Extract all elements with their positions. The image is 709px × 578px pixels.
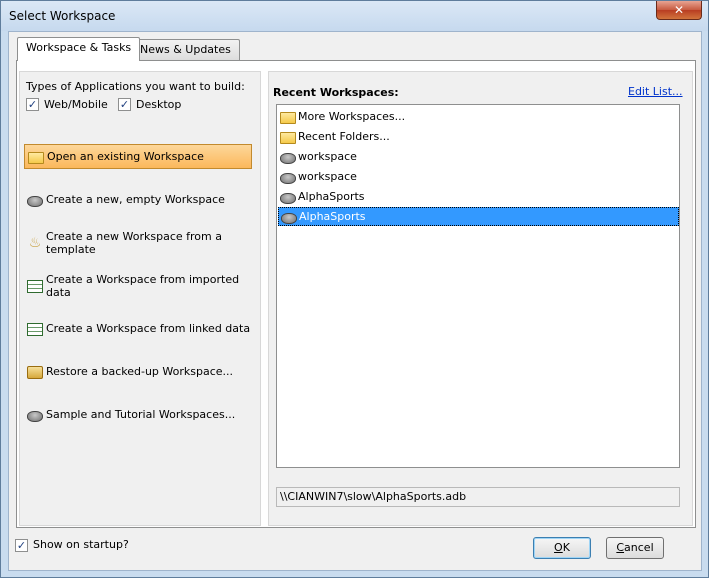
create-from-imported-action[interactable]: Create a Workspace from imported data	[24, 272, 252, 299]
list-item[interactable]: workspace	[278, 147, 679, 166]
list-item-label: workspace	[298, 170, 357, 183]
list-item-selected[interactable]: AlphaSports	[278, 207, 679, 226]
database-icon	[281, 212, 297, 224]
close-button[interactable]: ✕	[656, 1, 702, 20]
linked-table-icon	[27, 323, 43, 336]
web-mobile-label: Web/Mobile	[44, 98, 108, 111]
ok-button[interactable]: OK	[533, 537, 591, 559]
action-label: Restore a backed-up Workspace...	[46, 365, 234, 378]
action-label: Create a Workspace from imported data	[46, 272, 240, 299]
list-item[interactable]: Recent Folders...	[278, 127, 679, 146]
desktop-label: Desktop	[136, 98, 182, 111]
title-bar[interactable]: Select Workspace ✕	[1, 1, 708, 31]
create-empty-workspace-action[interactable]: Create a new, empty Workspace	[24, 187, 252, 212]
database-icon	[280, 152, 296, 164]
create-from-linked-action[interactable]: Create a Workspace from linked data	[24, 316, 252, 341]
restore-icon	[27, 366, 43, 379]
list-item-label: workspace	[298, 150, 357, 163]
tab-news-updates[interactable]: News & Updates	[131, 39, 240, 61]
show-on-startup-checkbox[interactable]: ✓	[15, 539, 28, 552]
show-on-startup-label: Show on startup?	[33, 538, 129, 551]
open-folder-icon	[280, 112, 296, 124]
app-types-label: Types of Applications you want to build:	[26, 80, 245, 93]
sample-db-icon	[27, 410, 43, 422]
create-from-template-action[interactable]: ♨ Create a new Workspace from a template	[24, 229, 252, 256]
web-mobile-checkbox[interactable]: ✓	[26, 98, 39, 111]
recent-workspaces-label: Recent Workspaces:	[273, 86, 399, 99]
list-item[interactable]: AlphaSports	[278, 187, 679, 206]
actions-panel: Types of Applications you want to build:…	[19, 71, 261, 526]
database-icon	[280, 172, 296, 184]
action-label: Sample and Tutorial Workspaces...	[46, 408, 236, 421]
cancel-button[interactable]: Cancel	[606, 537, 664, 559]
select-workspace-dialog: Select Workspace ✕ Workspace & Tasks New…	[0, 0, 709, 578]
folder-icon	[280, 132, 296, 144]
dialog-client-area: Workspace & Tasks News & Updates Types o…	[8, 31, 702, 571]
import-table-icon	[27, 280, 43, 293]
tab-workspace-tasks[interactable]: Workspace & Tasks	[17, 37, 141, 61]
action-label: Create a new, empty Workspace	[46, 193, 225, 206]
tab-panel: Types of Applications you want to build:…	[16, 60, 696, 528]
action-label: Create a Workspace from linked data	[46, 322, 251, 335]
list-item-label: Recent Folders...	[298, 130, 390, 143]
action-label: Open an existing Workspace	[47, 150, 204, 163]
list-item-label: AlphaSports	[299, 210, 366, 223]
workspace-path-field: \\CIANWIN7\slow\AlphaSports.adb	[276, 487, 680, 507]
recent-workspaces-list[interactable]: More Workspaces... Recent Folders... wor…	[276, 104, 680, 468]
list-item[interactable]: More Workspaces...	[278, 107, 679, 126]
lamp-icon: ♨	[28, 234, 42, 251]
window-title: Select Workspace	[9, 9, 116, 23]
sample-tutorial-action[interactable]: Sample and Tutorial Workspaces...	[24, 402, 252, 427]
database-icon	[280, 192, 296, 204]
action-label: Create a new Workspace from a template	[46, 229, 222, 256]
close-icon: ✕	[673, 3, 685, 17]
list-item[interactable]: workspace	[278, 167, 679, 186]
list-item-label: AlphaSports	[298, 190, 365, 203]
open-folder-icon	[28, 152, 44, 164]
open-existing-workspace-action[interactable]: Open an existing Workspace	[24, 144, 252, 169]
recent-workspaces-panel: Recent Workspaces: Edit List... More Wor…	[268, 71, 693, 526]
list-item-label: More Workspaces...	[298, 110, 406, 123]
restore-backup-action[interactable]: Restore a backed-up Workspace...	[24, 359, 252, 384]
edit-list-link[interactable]: Edit List...	[628, 85, 683, 98]
desktop-checkbox[interactable]: ✓	[118, 98, 131, 111]
new-db-icon	[27, 195, 43, 207]
